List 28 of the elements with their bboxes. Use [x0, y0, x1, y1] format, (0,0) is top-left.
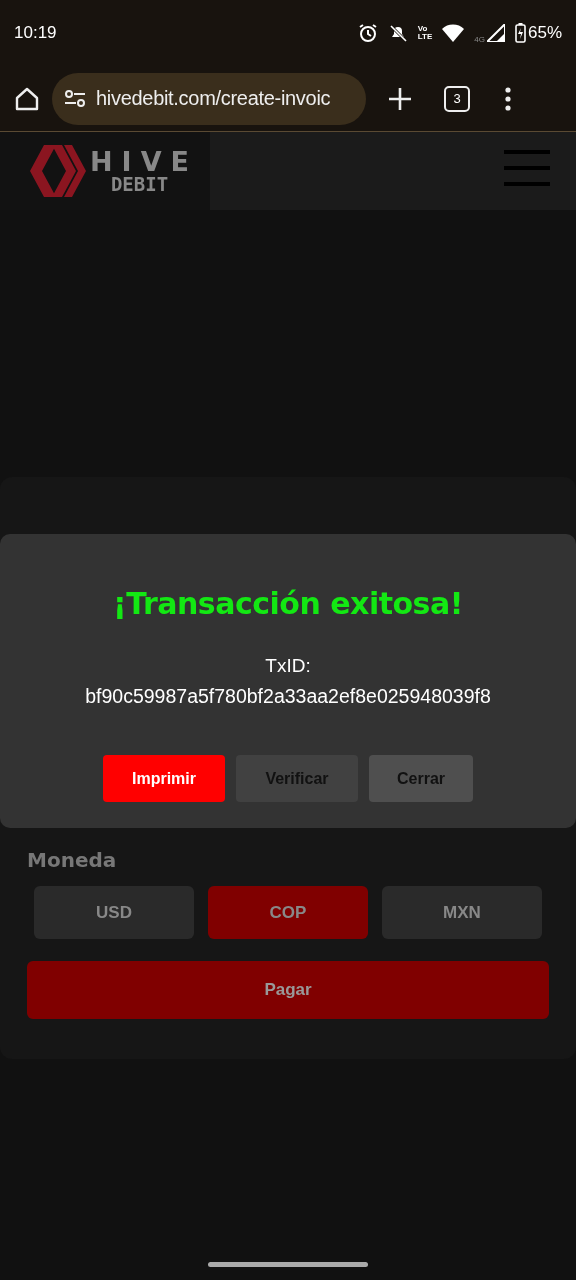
battery-percent: 65% [527, 23, 562, 43]
wifi-icon [442, 24, 465, 42]
logo-text: HIVE [90, 148, 198, 175]
pay-button[interactable]: Pagar [27, 961, 549, 1019]
network-label: 4G [474, 35, 485, 44]
currency-option[interactable]: MXN [382, 886, 542, 939]
hexagon-logo-icon [30, 145, 86, 197]
home-icon[interactable] [14, 85, 40, 112]
tab-count-button[interactable]: 3 [444, 85, 470, 112]
currency-label: Moneda [27, 848, 118, 872]
url-field[interactable]: hivedebit.com/create-invoic [52, 72, 366, 125]
currency-option[interactable]: USD [34, 886, 194, 939]
battery-icon [514, 23, 526, 43]
status-time: 10:19 [14, 23, 58, 43]
new-tab-icon[interactable] [388, 86, 412, 111]
dialog-button[interactable]: Imprimir [103, 755, 225, 802]
txid-label: TxID: [264, 655, 312, 677]
logo-subtext: DEBIT [110, 175, 169, 194]
more-icon[interactable] [504, 86, 512, 111]
mute-icon [387, 23, 408, 43]
signal-icon [486, 24, 505, 42]
dialog-title: ¡Transacción exitosa! [112, 586, 464, 621]
alarm-icon [357, 23, 378, 43]
txid-value: bf90c59987a5f780bf2a33aa2ef8e025948039f8 [84, 685, 492, 708]
dialog-button[interactable]: Cerrar [369, 755, 473, 802]
volte-icon: Vo LTE [417, 25, 433, 41]
site-settings-icon[interactable] [64, 88, 86, 109]
currency-option[interactable]: COP [208, 886, 368, 939]
